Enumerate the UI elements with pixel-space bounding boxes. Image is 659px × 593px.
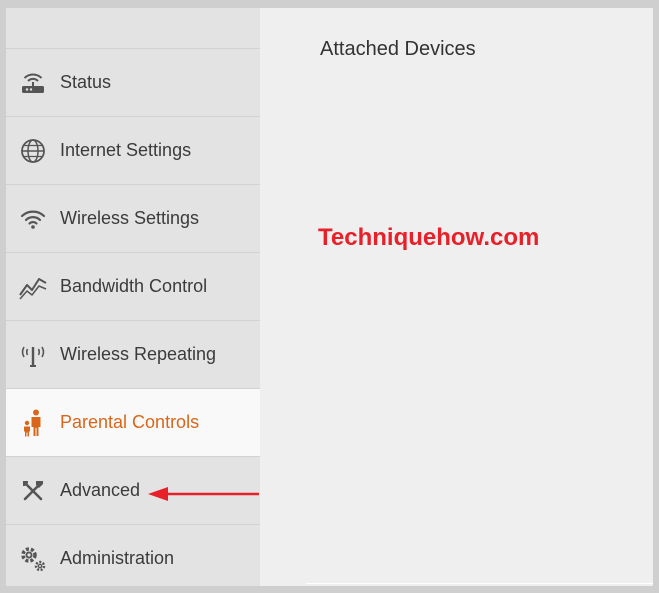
wifi-icon (17, 203, 49, 235)
sidebar-item-internet-settings[interactable]: Internet Settings (6, 117, 260, 185)
sidebar-item-label: Wireless Settings (60, 208, 200, 228)
sidebar-item-status[interactable]: Status (6, 49, 260, 117)
divider (306, 583, 653, 584)
page-title: Attached Devices (320, 38, 476, 60)
sidebar-item-label: Internet Settings (60, 140, 192, 160)
globe-icon (17, 135, 49, 167)
sidebar-header-spacer (6, 8, 260, 49)
sidebar-item-bandwidth-control[interactable]: Bandwidth Control (6, 253, 260, 321)
sidebar-item-wireless-settings[interactable]: Wireless Settings (6, 185, 260, 253)
sidebar-item-label: Advanced (60, 480, 141, 500)
sidebar-item-parental-controls[interactable]: Parental Controls (6, 389, 260, 457)
tools-icon (17, 475, 49, 507)
antenna-icon (17, 339, 49, 371)
sidebar-item-label: Bandwidth Control (60, 276, 208, 296)
watermark-text: Techniquehow.com (318, 224, 540, 251)
sidebar-item-label: Status (60, 72, 112, 92)
sidebar-item-label: Administration (60, 548, 175, 568)
sidebar-item-wireless-repeating[interactable]: Wireless Repeating (6, 321, 260, 389)
sidebar-item-label: Wireless Repeating (60, 344, 217, 364)
router-icon (17, 67, 49, 99)
sidebar-item-administration[interactable]: Administration (6, 525, 260, 592)
sidebar-item-label: Parental Controls (60, 412, 200, 432)
gears-icon (17, 543, 49, 575)
family-icon (17, 407, 49, 439)
main-content: Attached Devices Techniquehow.com (261, 8, 653, 586)
bandwidth-chart-icon (17, 271, 49, 303)
annotation-arrow (148, 487, 259, 501)
